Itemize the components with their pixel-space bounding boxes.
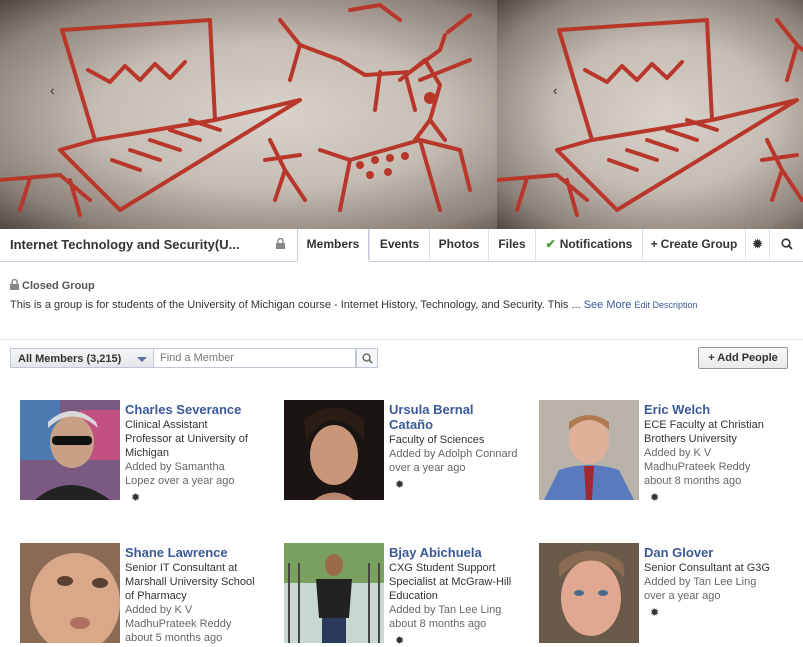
group-tab-bar: Internet Technology and Security(U... Me… [0, 229, 803, 262]
members-filter-label: All Members (3,215) [18, 353, 122, 365]
tab-files-label: Files [498, 237, 526, 251]
member-avatar [284, 400, 384, 500]
member-added-by: Added by Adolph Connard over a year ago [389, 448, 518, 474]
member-title: Senior Consultant at G3G [644, 562, 770, 574]
chevron-down-icon [137, 357, 147, 362]
member-info: Ursula Bernal Cataño Faculty of Sciences… [389, 402, 519, 491]
add-people-label: Add People [717, 352, 778, 364]
member-photo[interactable] [539, 543, 639, 643]
member-info: Eric Welch ECE Faculty at Christian Brot… [644, 402, 774, 504]
member-info: Bjay Abichuela CXG Student Support Speci… [389, 545, 519, 647]
member-name[interactable]: Charles Severance [125, 402, 255, 417]
gear-icon[interactable]: ✹ [395, 634, 519, 647]
member-avatar [284, 543, 384, 643]
member-name[interactable]: Shane Lawrence [125, 545, 255, 560]
create-group-button[interactable]: + Create Group [642, 229, 745, 260]
check-icon: ✔ [545, 237, 556, 251]
description-text: This is a group is for students of the U… [10, 299, 581, 311]
member-added-by: Added by Samantha Lopez over a year ago [125, 461, 235, 487]
member-avatar [20, 400, 120, 500]
settings-gear-button[interactable]: ✹ [745, 229, 769, 260]
member-added-by: Added by K V MadhuPrateek Reddy about 8 … [644, 447, 751, 487]
create-group-label: Create Group [660, 237, 738, 251]
group-description: This is a group is for students of the U… [10, 298, 790, 313]
search-group-button[interactable] [769, 229, 803, 260]
lock-icon [10, 278, 19, 290]
cover-photo[interactable]: ‹ ‹ [0, 0, 803, 230]
group-title[interactable]: Internet Technology and Security(U... [10, 237, 239, 252]
notifications-label: Notifications [559, 237, 633, 251]
tab-members-label: Members [306, 237, 360, 251]
search-icon [362, 353, 373, 364]
gear-icon[interactable]: ✹ [395, 478, 519, 491]
group-info: Closed Group This is a group is for stud… [10, 278, 790, 313]
member-added-by: Added by Tan Lee Ling about 8 months ago [389, 604, 502, 630]
tab-members[interactable]: Members [297, 229, 369, 262]
member-info: Dan Glover Senior Consultant at G3G Adde… [644, 545, 774, 619]
lock-icon [276, 238, 285, 249]
member-photo[interactable] [284, 543, 384, 643]
tab-events-label: Events [379, 237, 420, 251]
edit-description-link[interactable]: Edit Description [634, 300, 697, 310]
gear-icon: ✹ [752, 237, 763, 251]
member-info: Charles Severance Clinical Assistant Pro… [125, 402, 255, 504]
member-added-by: Added by Tan Lee Ling over a year ago [644, 576, 757, 602]
gear-icon[interactable]: ✹ [131, 491, 255, 504]
notifications-button[interactable]: ✔ Notifications [535, 229, 642, 260]
member-added-by: Added by K V MadhuPrateek Reddy about 5 … [125, 604, 232, 644]
member-photo[interactable] [20, 543, 120, 643]
member-title: Faculty of Sciences [389, 434, 485, 446]
member-photo[interactable] [539, 400, 639, 500]
plus-icon: + [708, 352, 715, 364]
member-info: Shane Lawrence Senior IT Consultant at M… [125, 545, 255, 645]
members-filter-dropdown[interactable]: All Members (3,215) [10, 348, 154, 368]
member-avatar [539, 543, 639, 643]
member-title: CXG Student Support Specialist at McGraw… [389, 562, 512, 602]
add-people-button[interactable]: + Add People [698, 347, 788, 369]
cover-arrow-left-icon: ‹ [50, 82, 55, 98]
member-name[interactable]: Eric Welch [644, 402, 774, 417]
member-title: Senior IT Consultant at Marshall Univers… [125, 562, 255, 602]
member-name[interactable]: Ursula Bernal Cataño [389, 402, 519, 432]
cover-painting-repeat: ‹ [497, 0, 803, 230]
member-avatar [539, 400, 639, 500]
member-photo[interactable] [284, 400, 384, 500]
privacy-label: Closed Group [22, 280, 95, 292]
tab-photos[interactable]: Photos [429, 229, 488, 260]
search-icon [780, 238, 793, 250]
member-title: ECE Faculty at Christian Brothers Univer… [644, 419, 764, 445]
cover-painting: ‹ [0, 0, 497, 230]
member-name[interactable]: Bjay Abichuela [389, 545, 519, 560]
member-title: Clinical Assistant Professor at Universi… [125, 419, 248, 459]
find-member-input[interactable] [154, 348, 356, 368]
divider [0, 339, 803, 340]
cover-arrow-left-icon: ‹ [553, 82, 558, 98]
cave-painting-laptop [0, 3, 472, 217]
privacy-row: Closed Group [10, 278, 790, 292]
member-photo[interactable] [20, 400, 120, 500]
cave-painting-laptop-repeat [497, 18, 803, 217]
see-more-link[interactable]: See More [584, 299, 632, 311]
find-member-search-button[interactable] [356, 348, 378, 368]
tab-files[interactable]: Files [488, 229, 535, 260]
gear-icon[interactable]: ✹ [650, 491, 774, 504]
member-avatar [20, 543, 120, 643]
gear-icon[interactable]: ✹ [650, 606, 774, 619]
tab-events[interactable]: Events [369, 229, 429, 260]
plus-icon: + [650, 237, 658, 251]
member-name[interactable]: Dan Glover [644, 545, 774, 560]
tab-photos-label: Photos [438, 237, 480, 251]
